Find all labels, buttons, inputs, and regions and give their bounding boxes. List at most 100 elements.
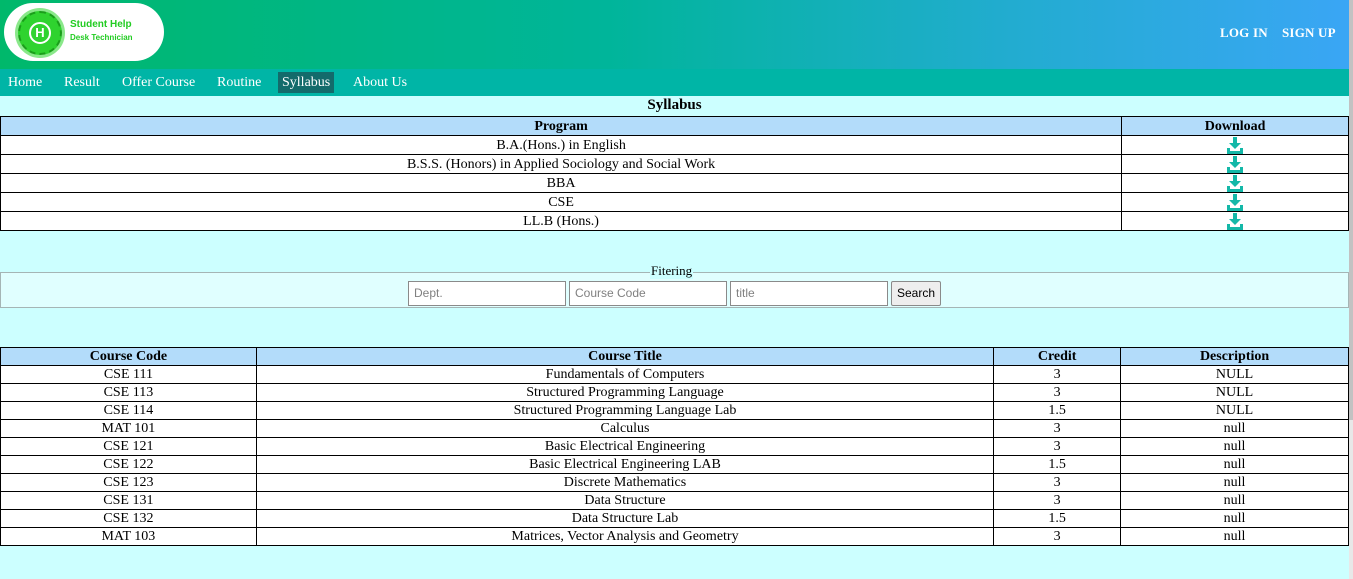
course-code-input[interactable]: Course Code bbox=[569, 281, 727, 306]
credit-cell: 1.5 bbox=[993, 509, 1122, 528]
course-code-cell: CSE 114 bbox=[0, 401, 257, 420]
course-code-cell: CSE 132 bbox=[0, 509, 257, 528]
syllabus-table: Program Download B.A.(Hons.) in English … bbox=[0, 116, 1349, 231]
course-code-cell: CSE 131 bbox=[0, 491, 257, 510]
description-cell: NULL bbox=[1120, 401, 1349, 420]
course-title-cell: Data Structure Lab bbox=[255, 509, 995, 528]
credit-cell: 3 bbox=[993, 473, 1122, 492]
description-cell: null bbox=[1120, 527, 1349, 546]
column-header-credit: Credit bbox=[993, 347, 1122, 366]
scrollbar-thumb[interactable] bbox=[1349, 0, 1353, 420]
table-row: B.A.(Hons.) in English bbox=[0, 135, 1349, 155]
program-name: LL.B (Hons.) bbox=[0, 211, 1123, 231]
download-icon[interactable] bbox=[1226, 174, 1244, 192]
credit-cell: 3 bbox=[993, 437, 1122, 456]
course-table-body: CSE 111 Fundamentals of Computers 3 NULL CSE… bbox=[0, 365, 1349, 546]
nav-syllabus[interactable]: Syllabus bbox=[278, 72, 335, 93]
course-code-cell: CSE 122 bbox=[0, 455, 257, 474]
credit-cell: 3 bbox=[993, 419, 1122, 438]
main-nav: Home Result Offer Course Routine Syllabu… bbox=[0, 69, 1349, 96]
site-header: H Student Help Desk Technician LOG IN SI… bbox=[0, 0, 1349, 69]
nav-offer-course[interactable]: Offer Course bbox=[118, 72, 199, 93]
dept-input[interactable]: Dept. bbox=[408, 281, 566, 306]
description-cell: null bbox=[1120, 437, 1349, 456]
nav-home[interactable]: Home bbox=[4, 72, 46, 93]
table-row: B.S.S. (Honors) in Applied Sociology and… bbox=[0, 154, 1349, 174]
course-title-cell: Data Structure bbox=[255, 491, 995, 510]
course-code-cell: CSE 121 bbox=[0, 437, 257, 456]
title-input[interactable]: title bbox=[730, 281, 888, 306]
table-header-row: Program Download bbox=[0, 116, 1349, 136]
course-title-cell: Matrices, Vector Analysis and Geometry bbox=[255, 527, 995, 546]
table-row: CSE 114 Structured Programming Language L… bbox=[0, 401, 1349, 420]
download-icon[interactable] bbox=[1226, 136, 1244, 154]
filter-legend: Fitering bbox=[650, 263, 694, 279]
description-cell: null bbox=[1120, 419, 1349, 438]
course-title-cell: Fundamentals of Computers bbox=[255, 365, 995, 384]
nav-result[interactable]: Result bbox=[60, 72, 104, 93]
table-row: LL.B (Hons.) bbox=[0, 211, 1349, 231]
credit-cell: 3 bbox=[993, 491, 1122, 510]
credit-cell: 3 bbox=[993, 383, 1122, 402]
credit-cell: 1.5 bbox=[993, 401, 1122, 420]
program-name: B.S.S. (Honors) in Applied Sociology and… bbox=[0, 154, 1123, 174]
credit-cell: 3 bbox=[993, 365, 1122, 384]
download-cell bbox=[1121, 211, 1349, 231]
table-row: CSE 111 Fundamentals of Computers 3 NULL bbox=[0, 365, 1349, 384]
table-row: CSE bbox=[0, 192, 1349, 212]
site-logo[interactable]: H Student Help Desk Technician bbox=[4, 3, 164, 61]
logo-title: Student Help bbox=[70, 19, 132, 30]
course-table: Course Code Course Title Credit Descript… bbox=[0, 347, 1349, 546]
download-icon[interactable] bbox=[1226, 193, 1244, 211]
description-cell: null bbox=[1120, 455, 1349, 474]
table-row: CSE 122 Basic Electrical Engineering LAB 1… bbox=[0, 455, 1349, 474]
table-row: MAT 103 Matrices, Vector Analysis and Geo… bbox=[0, 527, 1349, 546]
description-cell: NULL bbox=[1120, 383, 1349, 402]
column-header-course-code: Course Code bbox=[0, 347, 257, 366]
program-name: CSE bbox=[0, 192, 1123, 212]
search-button[interactable]: Search bbox=[891, 281, 941, 306]
course-code-cell: CSE 123 bbox=[0, 473, 257, 492]
download-cell bbox=[1121, 135, 1349, 155]
column-header-download: Download bbox=[1121, 116, 1349, 136]
login-link[interactable]: LOG IN bbox=[1220, 25, 1268, 41]
page-title: Syllabus bbox=[647, 97, 702, 113]
course-title-cell: Discrete Mathematics bbox=[255, 473, 995, 492]
column-header-course-title: Course Title bbox=[255, 347, 995, 366]
table-row: BBA bbox=[0, 173, 1349, 193]
credit-cell: 1.5 bbox=[993, 455, 1122, 474]
logo-badge-icon: H bbox=[18, 11, 62, 55]
program-name: BBA bbox=[0, 173, 1123, 193]
logo-subtitle: Desk Technician bbox=[70, 33, 133, 42]
course-title-cell: Calculus bbox=[255, 419, 995, 438]
course-code-cell: MAT 101 bbox=[0, 419, 257, 438]
table-row: CSE 123 Discrete Mathematics 3 null bbox=[0, 473, 1349, 492]
signup-link[interactable]: SIGN UP bbox=[1282, 25, 1336, 41]
table-row: CSE 121 Basic Electrical Engineering 3 null bbox=[0, 437, 1349, 456]
table-row: MAT 101 Calculus 3 null bbox=[0, 419, 1349, 438]
course-title-cell: Basic Electrical Engineering LAB bbox=[255, 455, 995, 474]
description-cell: null bbox=[1120, 473, 1349, 492]
column-header-program: Program bbox=[0, 116, 1123, 136]
table-header-row: Course Code Course Title Credit Descript… bbox=[0, 347, 1349, 366]
description-cell: null bbox=[1120, 491, 1349, 510]
course-title-cell: Structured Programming Language Lab bbox=[255, 401, 995, 420]
course-title-cell: Structured Programming Language bbox=[255, 383, 995, 402]
course-code-cell: MAT 103 bbox=[0, 527, 257, 546]
table-row: CSE 132 Data Structure Lab 1.5 null bbox=[0, 509, 1349, 528]
table-row: CSE 131 Data Structure 3 null bbox=[0, 491, 1349, 510]
credit-cell: 3 bbox=[993, 527, 1122, 546]
nav-routine[interactable]: Routine bbox=[213, 72, 265, 93]
description-cell: NULL bbox=[1120, 365, 1349, 384]
column-header-description: Description bbox=[1120, 347, 1349, 366]
download-cell bbox=[1121, 192, 1349, 212]
download-icon[interactable] bbox=[1226, 155, 1244, 173]
nav-about-us[interactable]: About Us bbox=[349, 72, 411, 93]
download-cell bbox=[1121, 173, 1349, 193]
program-name: B.A.(Hons.) in English bbox=[0, 135, 1123, 155]
table-row: CSE 113 Structured Programming Language 3 N… bbox=[0, 383, 1349, 402]
course-code-cell: CSE 111 bbox=[0, 365, 257, 384]
download-cell bbox=[1121, 154, 1349, 174]
description-cell: null bbox=[1120, 509, 1349, 528]
download-icon[interactable] bbox=[1226, 212, 1244, 230]
